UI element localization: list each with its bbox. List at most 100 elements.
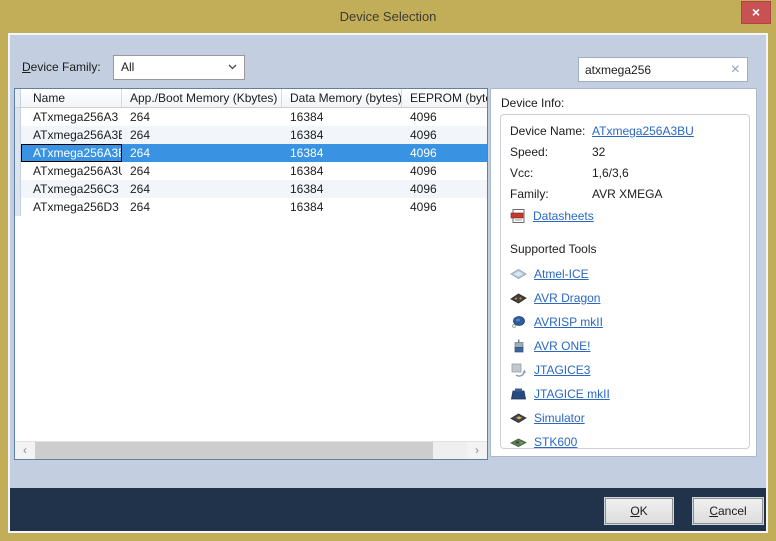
footer-bar: OK Cancel: [10, 488, 766, 531]
tool-item: Simulator: [510, 406, 749, 430]
cell-eeprom[interactable]: 4096: [402, 180, 487, 198]
cell-eeprom[interactable]: 4096: [402, 108, 487, 126]
chevron-down-icon: [228, 64, 237, 70]
cell-datamem[interactable]: 16384: [282, 198, 402, 216]
tool-link[interactable]: AVR Dragon: [534, 291, 600, 305]
table-row[interactable]: ATxmega256C3 264 16384 4096: [15, 180, 487, 198]
table-row[interactable]: ATxmega256A3B 264 16384 4096: [15, 126, 487, 144]
column-header-datamem[interactable]: Data Memory (bytes): [282, 89, 402, 107]
clear-search-icon[interactable]: ×: [731, 59, 740, 81]
simulator-icon: [510, 411, 527, 425]
column-header-name[interactable]: Name: [21, 89, 122, 107]
device-selection-dialog: Device Selection × Device Family: All × …: [0, 0, 776, 541]
cell-name[interactable]: ATxmega256A3B: [21, 126, 122, 144]
horizontal-scrollbar[interactable]: ‹ ›: [15, 441, 487, 459]
cell-name[interactable]: ATxmega256A3: [21, 108, 122, 126]
cell-datamem[interactable]: 16384: [282, 180, 402, 198]
device-family-accesskey: D: [22, 60, 31, 74]
cell-eeprom[interactable]: 4096: [402, 144, 487, 162]
scroll-left-icon[interactable]: ‹: [15, 442, 35, 459]
avr-dragon-icon: [510, 291, 527, 305]
speed-label: Speed:: [510, 142, 592, 163]
device-table[interactable]: Name App./Boot Memory (Kbytes) Data Memo…: [14, 88, 488, 460]
tool-item: JTAGICE3: [510, 358, 749, 382]
scroll-right-icon[interactable]: ›: [467, 442, 487, 459]
family-value: AVR XMEGA: [592, 184, 662, 205]
cell-datamem[interactable]: 16384: [282, 144, 402, 162]
tool-item: Atmel-ICE: [510, 262, 749, 286]
cell-name[interactable]: ATxmega256C3: [21, 180, 122, 198]
cell-appboot[interactable]: 264: [122, 162, 282, 180]
tool-item: AVR ONE!: [510, 334, 749, 358]
cell-appboot[interactable]: 264: [122, 126, 282, 144]
device-search-box[interactable]: ×: [578, 57, 748, 82]
vcc-value: 1,6/3,6: [592, 163, 629, 184]
table-row[interactable]: ATxmega256A3 264 16384 4096: [15, 108, 487, 126]
tool-link[interactable]: STK600: [534, 435, 577, 449]
family-row: Family: AVR XMEGA: [510, 184, 749, 205]
device-family-dropdown[interactable]: All: [113, 55, 245, 80]
cell-appboot[interactable]: 264: [122, 198, 282, 216]
device-family-label: Device Family:: [22, 55, 101, 80]
atmel-ice-icon: [510, 267, 527, 281]
cell-datamem[interactable]: 16384: [282, 108, 402, 126]
device-name-label: Device Name:: [510, 121, 592, 142]
cell-eeprom[interactable]: 4096: [402, 198, 487, 216]
cell-name[interactable]: ATxmega256A3U: [21, 162, 122, 180]
stk600-icon: [510, 435, 527, 449]
tool-item: AVR Dragon: [510, 286, 749, 310]
title-bar[interactable]: Device Selection ×: [0, 0, 776, 33]
ok-label-rest: K: [640, 504, 648, 518]
jtagice-mkii-icon: [510, 387, 527, 401]
table-header: Name App./Boot Memory (Kbytes) Data Memo…: [15, 89, 487, 108]
table-row-selected[interactable]: ATxmega256A3BU 264 16384 4096: [15, 144, 487, 162]
datasheets-row: Datasheets: [510, 205, 749, 226]
close-icon[interactable]: ×: [741, 1, 771, 24]
cell-name[interactable]: ATxmega256D3: [21, 198, 122, 216]
tool-item: JTAGICE mkII: [510, 382, 749, 406]
supported-tools-list: Atmel-ICE AVR Dragon AVRISP mkII AVR ONE…: [510, 262, 749, 449]
tool-link[interactable]: Simulator: [534, 411, 585, 425]
device-info-panel: Device Info: Device Name: ATxmega256A3BU…: [490, 88, 757, 457]
tool-item: STK600: [510, 430, 749, 449]
cell-datamem[interactable]: 16384: [282, 126, 402, 144]
ok-accesskey: O: [630, 504, 639, 518]
speed-row: Speed: 32: [510, 142, 749, 163]
tool-link[interactable]: AVRISP mkII: [534, 315, 603, 329]
jtagice3-icon: [510, 363, 527, 377]
device-info-box: Device Name: ATxmega256A3BU Speed: 32 Vc…: [500, 114, 750, 449]
speed-value: 32: [592, 142, 605, 163]
tool-item: AVRISP mkII: [510, 310, 749, 334]
dialog-content: Device Family: All × Name App./Boot Memo…: [8, 33, 768, 533]
tool-link[interactable]: JTAGICE3: [534, 363, 590, 377]
cell-appboot[interactable]: 264: [122, 108, 282, 126]
avrisp-mkii-icon: [510, 315, 527, 329]
datasheets-link[interactable]: Datasheets: [533, 209, 594, 223]
cell-appboot[interactable]: 264: [122, 144, 282, 162]
cell-eeprom[interactable]: 4096: [402, 126, 487, 144]
tool-link[interactable]: JTAGICE mkII: [534, 387, 610, 401]
cancel-button[interactable]: Cancel: [693, 498, 763, 524]
search-input[interactable]: [585, 58, 720, 81]
cell-datamem[interactable]: 16384: [282, 162, 402, 180]
scrollbar-thumb[interactable]: [35, 442, 433, 459]
family-label: Family:: [510, 184, 592, 205]
table-row[interactable]: ATxmega256A3U 264 16384 4096: [15, 162, 487, 180]
cell-eeprom[interactable]: 4096: [402, 162, 487, 180]
tool-link[interactable]: Atmel-ICE: [534, 267, 589, 281]
device-info-title: Device Info:: [501, 96, 564, 110]
dialog-title: Device Selection: [0, 0, 776, 33]
device-name-row: Device Name: ATxmega256A3BU: [510, 121, 749, 142]
tool-link[interactable]: AVR ONE!: [534, 339, 590, 353]
cell-appboot[interactable]: 264: [122, 180, 282, 198]
supported-tools-title: Supported Tools: [510, 242, 749, 257]
vcc-row: Vcc: 1,6/3,6: [510, 163, 749, 184]
column-header-appboot[interactable]: App./Boot Memory (Kbytes): [122, 89, 282, 107]
device-name-link[interactable]: ATxmega256A3BU: [592, 121, 694, 142]
cell-name[interactable]: ATxmega256A3BU: [21, 144, 122, 162]
column-header-eeprom[interactable]: EEPROM (bytes): [402, 89, 487, 107]
ok-button[interactable]: OK: [605, 498, 673, 524]
vcc-label: Vcc:: [510, 163, 592, 184]
table-row[interactable]: ATxmega256D3 264 16384 4096: [15, 198, 487, 216]
cancel-accesskey: C: [709, 504, 718, 518]
